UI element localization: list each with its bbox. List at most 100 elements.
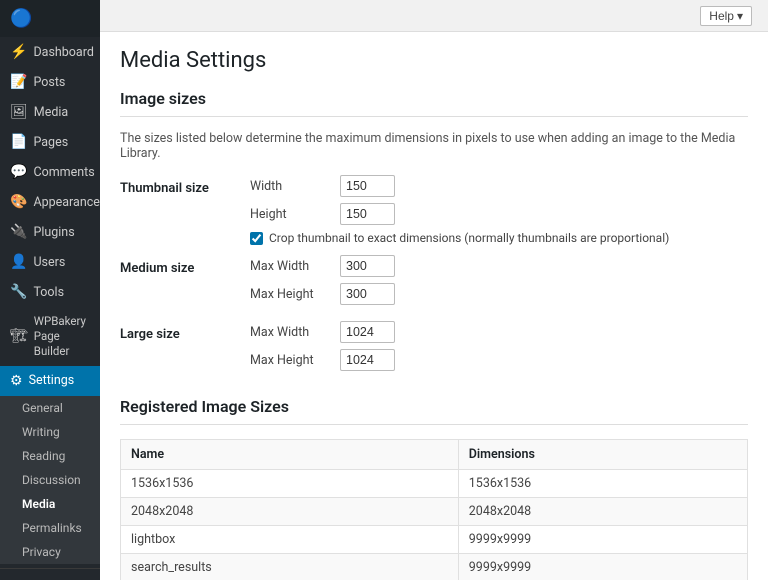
- sidebar-item-label: Settings: [29, 373, 75, 388]
- sidebar-item-dashboard[interactable]: ⚡ Dashboard: [0, 37, 100, 67]
- page-title: Media Settings: [120, 48, 748, 73]
- sidebar-divider: [0, 568, 100, 569]
- settings-icon: ⚙: [10, 373, 23, 389]
- help-label: Help: [709, 9, 734, 23]
- col-dimensions-header: Dimensions: [458, 440, 747, 470]
- sidebar-item-label: Posts: [33, 75, 65, 90]
- size-name-cell: 2048x2048: [121, 498, 459, 526]
- size-name-cell: search_results: [121, 554, 459, 580]
- plugins-icon: 🔌: [10, 224, 27, 240]
- wpbakery-icon: 🏗: [10, 327, 28, 345]
- sidebar-item-appearance[interactable]: 🎨 Appearance: [0, 187, 100, 217]
- submenu-permalinks[interactable]: Permalinks: [0, 516, 100, 540]
- size-name-cell: 1536x1536: [121, 470, 459, 498]
- submenu-media[interactable]: Media: [0, 492, 100, 516]
- thumbnail-size-row: Thumbnail size Width Height Crop thumbna…: [120, 175, 748, 245]
- sidebar-item-users[interactable]: 👤 Users: [0, 247, 100, 277]
- sidebar-item-media[interactable]: 🖼 Media: [0, 97, 100, 127]
- sidebar-item-label: Pages: [33, 135, 68, 150]
- sidebar-item-label: Plugins: [33, 225, 74, 240]
- submenu-reading[interactable]: Reading: [0, 444, 100, 468]
- sidebar-item-theme-panel[interactable]: 🎭 Theme Panel: [0, 573, 100, 580]
- sidebar-item-settings[interactable]: ⚙ Settings: [0, 366, 100, 396]
- sidebar-item-label: Tools: [33, 285, 64, 300]
- dashboard-icon: ⚡: [10, 44, 27, 60]
- medium-max-width-input[interactable]: [340, 255, 395, 277]
- sidebar-item-label: Comments: [33, 165, 94, 180]
- sidebar-item-pages[interactable]: 📄 Pages: [0, 127, 100, 157]
- users-icon: 👤: [10, 254, 27, 270]
- sidebar-item-posts[interactable]: 📝 Posts: [0, 67, 100, 97]
- image-sizes-title: Image sizes: [120, 89, 748, 117]
- thumbnail-width-label: Width: [250, 179, 330, 194]
- posts-icon: 📝: [10, 74, 27, 90]
- thumbnail-size-content: Width Height Crop thumbnail to exact dim…: [250, 175, 748, 245]
- sidebar-item-label: Dashboard: [33, 45, 93, 60]
- sidebar-item-label: Users: [33, 255, 65, 270]
- thumbnail-width-row: Width: [250, 175, 748, 197]
- medium-size-content: Max Width Max Height: [250, 255, 748, 311]
- col-name-header: Name: [121, 440, 459, 470]
- sidebar-item-comments[interactable]: 💬 Comments: [0, 157, 100, 187]
- topbar: Help ▾: [100, 0, 768, 32]
- large-max-height-input[interactable]: [340, 349, 395, 371]
- sidebar: 🔵 ⚡ Dashboard 📝 Posts 🖼 Media 📄 Pages 💬 …: [0, 0, 100, 580]
- large-max-height-label: Max Height: [250, 353, 330, 368]
- submenu-writing[interactable]: Writing: [0, 420, 100, 444]
- large-max-width-input[interactable]: [340, 321, 395, 343]
- size-dimensions-cell: 2048x2048: [458, 498, 747, 526]
- image-sizes-section: Image sizes The sizes listed below deter…: [120, 89, 748, 377]
- medium-max-width-row: Max Width: [250, 255, 748, 277]
- submenu-general[interactable]: General: [0, 396, 100, 420]
- large-size-content: Max Width Max Height: [250, 321, 748, 377]
- table-row: search_results 9999x9999: [121, 554, 748, 580]
- medium-size-row: Medium size Max Width Max Height: [120, 255, 748, 311]
- medium-max-width-label: Max Width: [250, 259, 330, 274]
- sidebar-item-label: Media: [34, 105, 68, 120]
- thumbnail-crop-label: Crop thumbnail to exact dimensions (norm…: [269, 231, 669, 245]
- sidebar-item-plugins[interactable]: 🔌 Plugins: [0, 217, 100, 247]
- sidebar-item-label: WPBakery Page Builder: [34, 314, 90, 359]
- medium-max-height-label: Max Height: [250, 287, 330, 302]
- size-dimensions-cell: 1536x1536: [458, 470, 747, 498]
- thumbnail-height-input[interactable]: [340, 203, 395, 225]
- large-max-height-row: Max Height: [250, 349, 748, 371]
- wp-logo-icon: 🔵: [10, 8, 32, 29]
- content-area: Media Settings Image sizes The sizes lis…: [100, 32, 768, 580]
- thumbnail-width-input[interactable]: [340, 175, 395, 197]
- registered-sizes-section: Registered Image Sizes Name Dimensions 1…: [120, 397, 748, 580]
- image-sizes-description: The sizes listed below determine the max…: [120, 131, 748, 161]
- table-row: lightbox 9999x9999: [121, 526, 748, 554]
- thumbnail-crop-checkbox[interactable]: [250, 232, 263, 245]
- size-dimensions-cell: 9999x9999: [458, 554, 747, 580]
- submenu-discussion[interactable]: Discussion: [0, 468, 100, 492]
- comments-icon: 💬: [10, 164, 27, 180]
- medium-max-height-input[interactable]: [340, 283, 395, 305]
- table-row: 2048x2048 2048x2048: [121, 498, 748, 526]
- sidebar-item-wpbakery[interactable]: 🏗 WPBakery Page Builder: [0, 307, 100, 366]
- large-max-width-label: Max Width: [250, 325, 330, 340]
- thumbnail-height-row: Height: [250, 203, 748, 225]
- thumbnail-height-label: Height: [250, 207, 330, 222]
- table-row: 1536x1536 1536x1536: [121, 470, 748, 498]
- sidebar-logo: 🔵: [0, 0, 100, 37]
- registered-sizes-table: Name Dimensions 1536x1536 1536x1536 2048…: [120, 439, 748, 580]
- tools-icon: 🔧: [10, 284, 27, 300]
- medium-size-label: Medium size: [120, 255, 250, 311]
- large-size-row: ↓ Large size Max Width Max Height: [120, 321, 748, 377]
- help-chevron-icon: ▾: [737, 9, 743, 23]
- thumbnail-size-label: Thumbnail size: [120, 175, 250, 245]
- registered-sizes-title: Registered Image Sizes: [120, 397, 748, 425]
- submenu-privacy[interactable]: Privacy: [0, 540, 100, 564]
- pages-icon: 📄: [10, 134, 27, 150]
- thumbnail-crop-row: Crop thumbnail to exact dimensions (norm…: [250, 231, 748, 245]
- large-max-width-row: Max Width: [250, 321, 748, 343]
- size-dimensions-cell: 9999x9999: [458, 526, 747, 554]
- sidebar-item-tools[interactable]: 🔧 Tools: [0, 277, 100, 307]
- main-content: Help ▾ Media Settings Image sizes The si…: [100, 0, 768, 580]
- help-button[interactable]: Help ▾: [700, 6, 752, 26]
- appearance-icon: 🎨: [10, 194, 27, 210]
- settings-submenu: General Writing Reading Discussion Media…: [0, 396, 100, 564]
- medium-max-height-row: Max Height: [250, 283, 748, 305]
- sidebar-item-label: Appearance: [33, 195, 100, 210]
